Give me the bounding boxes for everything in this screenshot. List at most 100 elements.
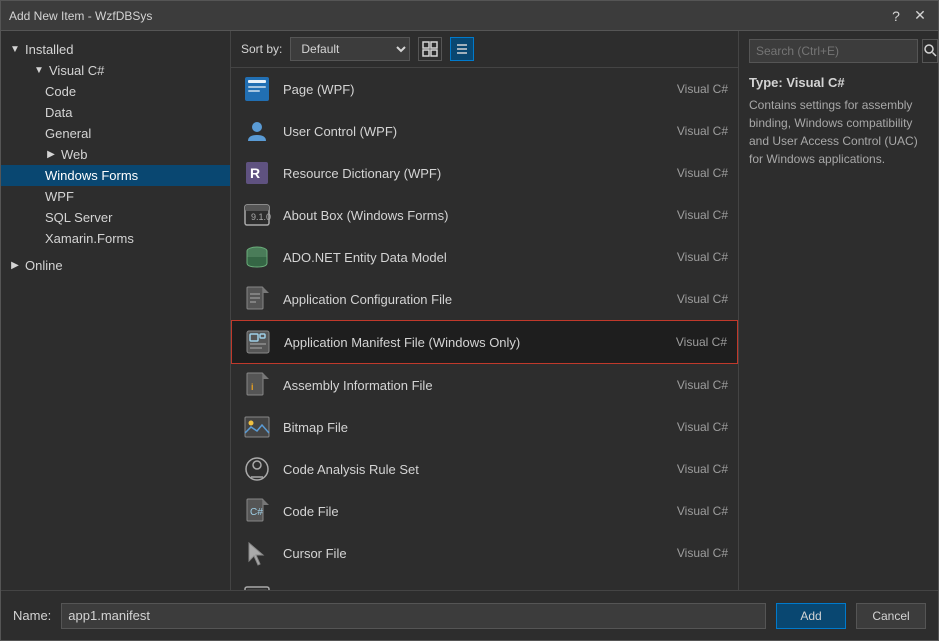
add-button[interactable]: Add (776, 603, 846, 629)
item-category: Visual C# (648, 504, 728, 518)
item-category: Visual C# (648, 420, 728, 434)
items-list: Page (WPF) Visual C# User Control (WPF) … (231, 68, 738, 590)
item-category: Visual C# (647, 335, 727, 349)
cancel-button[interactable]: Cancel (856, 603, 926, 629)
svg-text:i: i (251, 382, 254, 392)
item-name: Application Manifest File (Windows Only) (284, 335, 637, 350)
svg-text:R: R (250, 165, 260, 181)
type-label: Type: Visual C# (749, 75, 928, 90)
ado-net-icon (241, 241, 273, 273)
sidebar-item-general[interactable]: General (1, 123, 230, 144)
list-item[interactable]: User Control (WPF) Visual C# (231, 110, 738, 152)
list-item[interactable]: Page (WPF) Visual C# (231, 68, 738, 110)
wpf-usercontrol-icon (241, 115, 273, 147)
list-item[interactable]: Cursor File Visual C# (231, 532, 738, 574)
list-item[interactable]: Code Analysis Rule Set Visual C# (231, 448, 738, 490)
list-item[interactable]: Custom Control (Windows Forms) Visual C# (231, 574, 738, 590)
item-category: Visual C# (648, 292, 728, 306)
cursor-icon (241, 537, 273, 569)
list-item[interactable]: i Assembly Information File Visual C# (231, 364, 738, 406)
title-bar-text: Add New Item - WzfDBSys (9, 9, 152, 23)
name-label: Name: (13, 608, 51, 623)
list-item[interactable]: 9.1.0 About Box (Windows Forms) Visual C… (231, 194, 738, 236)
search-icon (923, 43, 937, 57)
sidebar-item-web[interactable]: ▶ Web (1, 144, 230, 165)
left-panel: ▼ Installed ▼ Visual C# Code Data Genera… (1, 31, 231, 590)
sidebar-item-wpf[interactable]: WPF (1, 186, 230, 207)
item-category: Visual C# (648, 82, 728, 96)
item-name: Bitmap File (283, 420, 638, 435)
item-name: Code Analysis Rule Set (283, 462, 638, 477)
title-bar: Add New Item - WzfDBSys ? ✕ (1, 1, 938, 31)
item-name: User Control (WPF) (283, 124, 638, 139)
sidebar-item-data[interactable]: Data (1, 102, 230, 123)
list-item[interactable]: ADO.NET Entity Data Model Visual C# (231, 236, 738, 278)
item-name: About Box (Windows Forms) (283, 208, 638, 223)
wpf-resource-icon: R (241, 157, 273, 189)
right-panel: Type: Visual C# Contains settings for as… (738, 31, 938, 590)
manifest-icon (242, 326, 274, 358)
sort-by-label: Sort by: (241, 42, 282, 56)
item-category: Visual C# (648, 546, 728, 560)
list-item-manifest[interactable]: Application Manifest File (Windows Only)… (231, 320, 738, 364)
list-item[interactable]: Application Configuration File Visual C# (231, 278, 738, 320)
sidebar-item-windows-forms[interactable]: Windows Forms (1, 165, 230, 186)
item-name: Code File (283, 504, 638, 519)
sidebar-item-sql-server[interactable]: SQL Server (1, 207, 230, 228)
item-category: Visual C# (648, 250, 728, 264)
chevron-down-icon: ▼ (9, 44, 21, 56)
item-name: Assembly Information File (283, 378, 638, 393)
item-category: Visual C# (648, 208, 728, 222)
item-name: Resource Dictionary (WPF) (283, 166, 638, 181)
close-button[interactable]: ✕ (910, 6, 930, 26)
list-item[interactable]: C# Code File Visual C# (231, 490, 738, 532)
grid-icon (422, 41, 438, 57)
sidebar-item-visual-csharp[interactable]: ▼ Visual C# (1, 60, 230, 81)
search-button[interactable] (922, 39, 938, 63)
center-panel: Sort by: Default Name Type (231, 31, 738, 590)
help-button[interactable]: ? (886, 6, 906, 26)
list-icon (454, 41, 470, 57)
svg-text:C#: C# (250, 507, 263, 518)
sidebar-item-installed[interactable]: ▼ Installed (1, 39, 230, 60)
item-name: Application Configuration File (283, 292, 638, 307)
bottom-bar: Name: Add Cancel (1, 590, 938, 640)
name-input[interactable] (61, 603, 766, 629)
item-category: Visual C# (648, 462, 728, 476)
toolbar-row: Sort by: Default Name Type (231, 31, 738, 68)
bitmap-icon (241, 411, 273, 443)
sidebar-item-online[interactable]: ▶ Online (1, 255, 230, 276)
dialog: Add New Item - WzfDBSys ? ✕ ▼ Installed … (0, 0, 939, 641)
item-category: Visual C# (648, 378, 728, 392)
chevron-right-icon: ▶ (9, 260, 21, 272)
code-file-icon: C# (241, 495, 273, 527)
assembly-info-icon: i (241, 369, 273, 401)
wpf-page-icon (241, 73, 273, 105)
config-file-icon (241, 283, 273, 315)
type-desc: Contains settings for assembly binding, … (749, 96, 928, 168)
chevron-down-icon: ▼ (33, 65, 45, 77)
visual-csharp-label: Visual C# (49, 63, 104, 78)
main-content: ▼ Installed ▼ Visual C# Code Data Genera… (1, 31, 938, 590)
grid-view-button[interactable] (418, 37, 442, 61)
sort-dropdown[interactable]: Default Name Type (290, 37, 410, 61)
chevron-right-icon: ▶ (45, 149, 57, 161)
list-view-button[interactable] (450, 37, 474, 61)
item-category: Visual C# (648, 166, 728, 180)
winforms-about-icon: 9.1.0 (241, 199, 273, 231)
svg-text:9.1.0: 9.1.0 (251, 212, 271, 222)
custom-control-icon (241, 579, 273, 590)
item-category: Visual C# (648, 124, 728, 138)
title-bar-buttons: ? ✕ (886, 6, 930, 26)
item-name: ADO.NET Entity Data Model (283, 250, 638, 265)
search-input[interactable] (749, 39, 918, 63)
item-name: Cursor File (283, 546, 638, 561)
sidebar-item-xamarin-forms[interactable]: Xamarin.Forms (1, 228, 230, 249)
list-item[interactable]: Bitmap File Visual C# (231, 406, 738, 448)
web-label: Web (61, 147, 88, 162)
sidebar-item-code[interactable]: Code (1, 81, 230, 102)
installed-label: Installed (25, 42, 73, 57)
code-analysis-icon (241, 453, 273, 485)
search-row (749, 39, 928, 63)
list-item[interactable]: R Resource Dictionary (WPF) Visual C# (231, 152, 738, 194)
